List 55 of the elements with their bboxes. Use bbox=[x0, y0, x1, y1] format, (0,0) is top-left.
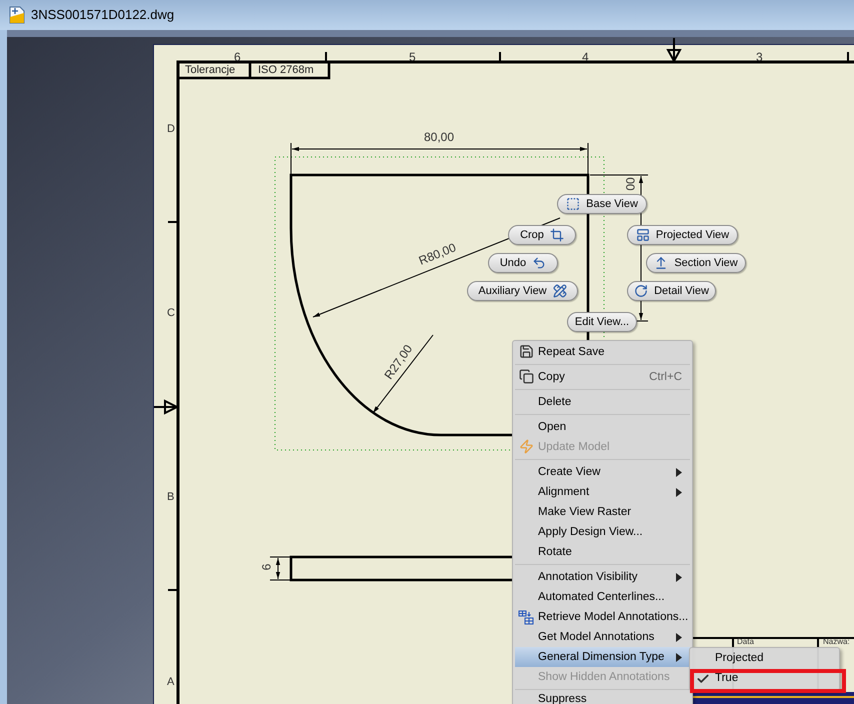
marking-menu-button[interactable]: Auxiliary View bbox=[467, 281, 578, 301]
menu-item[interactable]: Retrieve Model Annotations... bbox=[515, 607, 690, 627]
window-title: 3NSS001571D0122.dwg bbox=[31, 6, 174, 24]
menu-item[interactable]: Delete bbox=[515, 392, 690, 412]
undo-icon bbox=[532, 256, 546, 270]
drawing-file-icon bbox=[9, 6, 25, 24]
zone-number: 6 bbox=[234, 51, 241, 63]
shortcut-text: Ctrl+C bbox=[649, 370, 682, 384]
menu-item[interactable]: General Dimension Type bbox=[515, 647, 690, 667]
marking-menu-button[interactable]: Edit View... bbox=[567, 312, 637, 332]
zone-letter: D bbox=[167, 124, 175, 135]
panel-layout-icon bbox=[636, 228, 650, 242]
menu-item[interactable]: Projected bbox=[690, 649, 839, 669]
pencil-ruler-icon bbox=[552, 284, 567, 298]
marking-menu-button[interactable]: Projected View bbox=[627, 225, 738, 245]
arrow-up-icon bbox=[654, 256, 668, 270]
marking-menu-button[interactable]: Detail View bbox=[627, 281, 716, 301]
zone-number: 3 bbox=[756, 51, 763, 63]
menu-item[interactable]: True bbox=[690, 669, 839, 689]
marking-menu-button[interactable]: Undo bbox=[488, 253, 558, 273]
annotation-grid-icon bbox=[518, 609, 534, 625]
menu-item[interactable]: Alignment bbox=[515, 482, 690, 502]
rotate-icon bbox=[634, 284, 648, 298]
tolerance-label: Tolerancje bbox=[185, 64, 236, 77]
menu-item[interactable]: Annotation Visibility bbox=[515, 567, 690, 587]
zone-letter: A bbox=[167, 677, 174, 688]
crop-icon bbox=[550, 228, 564, 242]
lightning-icon bbox=[519, 439, 534, 454]
menu-item[interactable]: Open bbox=[515, 417, 690, 437]
copy-icon bbox=[519, 369, 534, 384]
save-icon bbox=[519, 344, 534, 359]
zone-letter: C bbox=[167, 308, 175, 319]
zone-number: 4 bbox=[582, 51, 589, 63]
marking-menu-button[interactable]: Section View bbox=[646, 253, 746, 273]
zone-letter: B bbox=[167, 492, 174, 503]
center-arrow-icon bbox=[153, 400, 178, 415]
marking-menu-button[interactable]: Base View bbox=[557, 194, 647, 214]
menu-item[interactable]: Repeat Save bbox=[515, 342, 690, 362]
menu-item[interactable]: Copy Ctrl+C bbox=[515, 367, 690, 387]
dimension-text: 6 bbox=[260, 564, 272, 570]
dimension-text: 00 bbox=[624, 177, 637, 191]
menu-item[interactable]: Automated Centerlines... bbox=[515, 587, 690, 607]
title-block-label: Nazwa: bbox=[823, 638, 850, 646]
menu-item[interactable]: Apply Design View... bbox=[515, 522, 690, 542]
menu-item[interactable]: Rotate bbox=[515, 542, 690, 562]
menu-item[interactable]: Get Model Annotations bbox=[515, 627, 690, 647]
menu-item[interactable]: Create View bbox=[515, 462, 690, 482]
center-arrow-icon bbox=[667, 37, 682, 63]
dimension-text: 80,00 bbox=[424, 131, 454, 143]
marking-menu-button[interactable]: Crop bbox=[508, 225, 576, 245]
title-block-label: Data bbox=[737, 638, 754, 646]
tolerance-value: ISO 2768m bbox=[258, 64, 314, 77]
dashed-square-icon bbox=[566, 197, 580, 211]
menu-item[interactable]: Make View Raster bbox=[515, 502, 690, 522]
zone-number: 5 bbox=[409, 51, 416, 63]
